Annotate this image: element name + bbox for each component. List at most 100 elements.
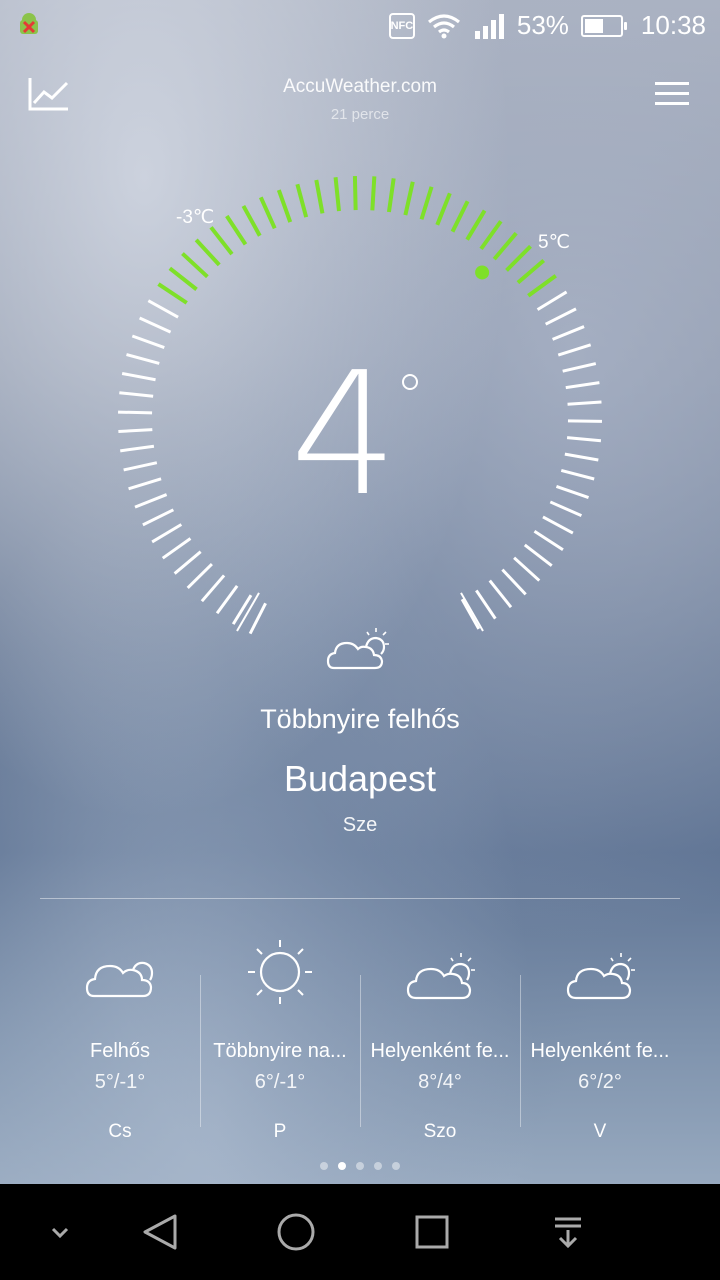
page-dot[interactable] (374, 1162, 382, 1170)
current-condition: Többnyire felhős (260, 704, 460, 734)
dial-tick (200, 574, 226, 603)
dial-tick (142, 508, 175, 527)
forecast-temps: 8°/4° (418, 1071, 462, 1093)
cloud-icon (85, 961, 154, 998)
dial-tick (488, 579, 513, 609)
dial-tick (121, 372, 156, 382)
forecast-row: Felhős 5°/-1° Cs Többnyire na... 6°/-1° … (40, 930, 680, 1150)
dial-tick (123, 461, 158, 472)
dial-tick (128, 477, 162, 491)
forecast-day-3[interactable]: Helyenként fe... 8°/4° Szo (360, 930, 520, 1150)
dial-tick (536, 290, 568, 311)
dial-tick (248, 602, 267, 635)
dial-tick (134, 493, 168, 509)
weather-screen: NFC 53% 10:38 AccuWeather.com 21 perce -… (0, 0, 720, 1184)
dial-tick (513, 556, 541, 582)
dial-tick (161, 537, 192, 560)
dial-tick (118, 410, 153, 415)
dial-tick-range (209, 226, 234, 256)
partly-cloudy-icon (326, 628, 389, 670)
page-dot[interactable] (320, 1162, 328, 1170)
dial-tick-range (295, 183, 309, 218)
dial-tick (565, 381, 600, 390)
dial-tick (118, 428, 153, 434)
forecast-condition: Helyenként fe... (530, 1040, 670, 1062)
dial-tick (460, 598, 481, 630)
dial-tick (544, 307, 577, 326)
dial-tick (151, 523, 183, 544)
dial-end-marker (460, 592, 484, 632)
recent-apps-icon[interactable] (404, 1204, 460, 1260)
dial-tick (173, 550, 202, 575)
forecast-day-label: Cs (108, 1121, 132, 1142)
forecast-day-4[interactable]: Helyenként fe... 6°/2° V (520, 930, 680, 1150)
forecast-day-2[interactable]: Többnyire na... 6°/-1° P (200, 930, 360, 1150)
current-temp-marker (475, 265, 490, 280)
forecast-day-label: P (273, 1121, 287, 1142)
dial-tick (555, 484, 590, 500)
dial-tick (533, 530, 564, 552)
page-dot[interactable] (356, 1162, 364, 1170)
dial-tick-range (386, 178, 396, 213)
dial-tick (138, 316, 172, 334)
sun-icon (248, 940, 312, 1004)
dial-tick-range (225, 214, 248, 246)
home-icon[interactable] (268, 1204, 324, 1260)
max-temp-label: 5℃ (538, 232, 570, 253)
dial-tick (564, 452, 599, 462)
dial-tick (119, 391, 154, 398)
dial-tick-range (258, 196, 277, 230)
degree-symbol (402, 374, 418, 390)
dial-tick (501, 568, 527, 596)
forecast-temps: 5°/-1° (94, 1071, 146, 1093)
dial-tick-range (527, 274, 557, 298)
dial-tick (557, 343, 592, 357)
dial-tick (126, 353, 160, 365)
dial-tick-range (194, 238, 221, 267)
forecast-day-1[interactable]: Felhős 5°/-1° Cs (40, 930, 200, 1150)
dial-tick-range (370, 176, 377, 211)
dial-tick-range (479, 220, 503, 251)
dial-tick (542, 515, 574, 535)
dial-tick-range (505, 244, 532, 272)
dial-tick-range (168, 266, 198, 291)
back-icon[interactable] (132, 1204, 188, 1260)
dial-tick (186, 562, 213, 589)
city-name[interactable]: Budapest (0, 758, 720, 800)
min-temp-label: -3℃ (176, 207, 215, 228)
divider (40, 898, 680, 899)
partly-cloudy-icon (406, 953, 475, 1000)
current-temperature: 4 (290, 336, 399, 534)
dial-tick (566, 436, 602, 443)
dial-tick-range (352, 176, 358, 211)
chevron-down-icon[interactable] (32, 1204, 88, 1260)
dial-tick (215, 584, 239, 615)
forecast-day-label: V (593, 1121, 607, 1142)
dial-tick-range (419, 186, 434, 220)
dial-tick-range (435, 192, 452, 226)
dial-tick (131, 334, 165, 349)
dial-tick-range (465, 209, 487, 241)
page-dot[interactable] (392, 1162, 400, 1170)
dial-tick (475, 589, 497, 620)
forecast-condition: Többnyire na... (213, 1040, 347, 1062)
dial-tick-range (403, 181, 415, 216)
dial-tick-range (241, 204, 262, 237)
dial-tick (567, 400, 602, 406)
page-indicator (0, 1162, 720, 1170)
forecast-day-label: Szo (423, 1121, 457, 1142)
notification-pulldown-icon[interactable] (540, 1204, 596, 1260)
dial-tick (549, 500, 583, 518)
forecast-temps: 6°/-1° (254, 1071, 306, 1093)
page-dot[interactable] (338, 1162, 346, 1170)
dial-tick (552, 325, 585, 341)
navigation-bar (0, 1184, 720, 1280)
dial-tick (147, 299, 179, 319)
dial-tick-range (492, 231, 518, 261)
partly-cloudy-icon (566, 953, 635, 1000)
dial-tick-range (181, 252, 209, 279)
forecast-condition: Felhős (89, 1040, 151, 1062)
dial-tick-range (276, 189, 293, 223)
dial-tick (560, 468, 595, 481)
dial-tick-range (314, 179, 325, 214)
